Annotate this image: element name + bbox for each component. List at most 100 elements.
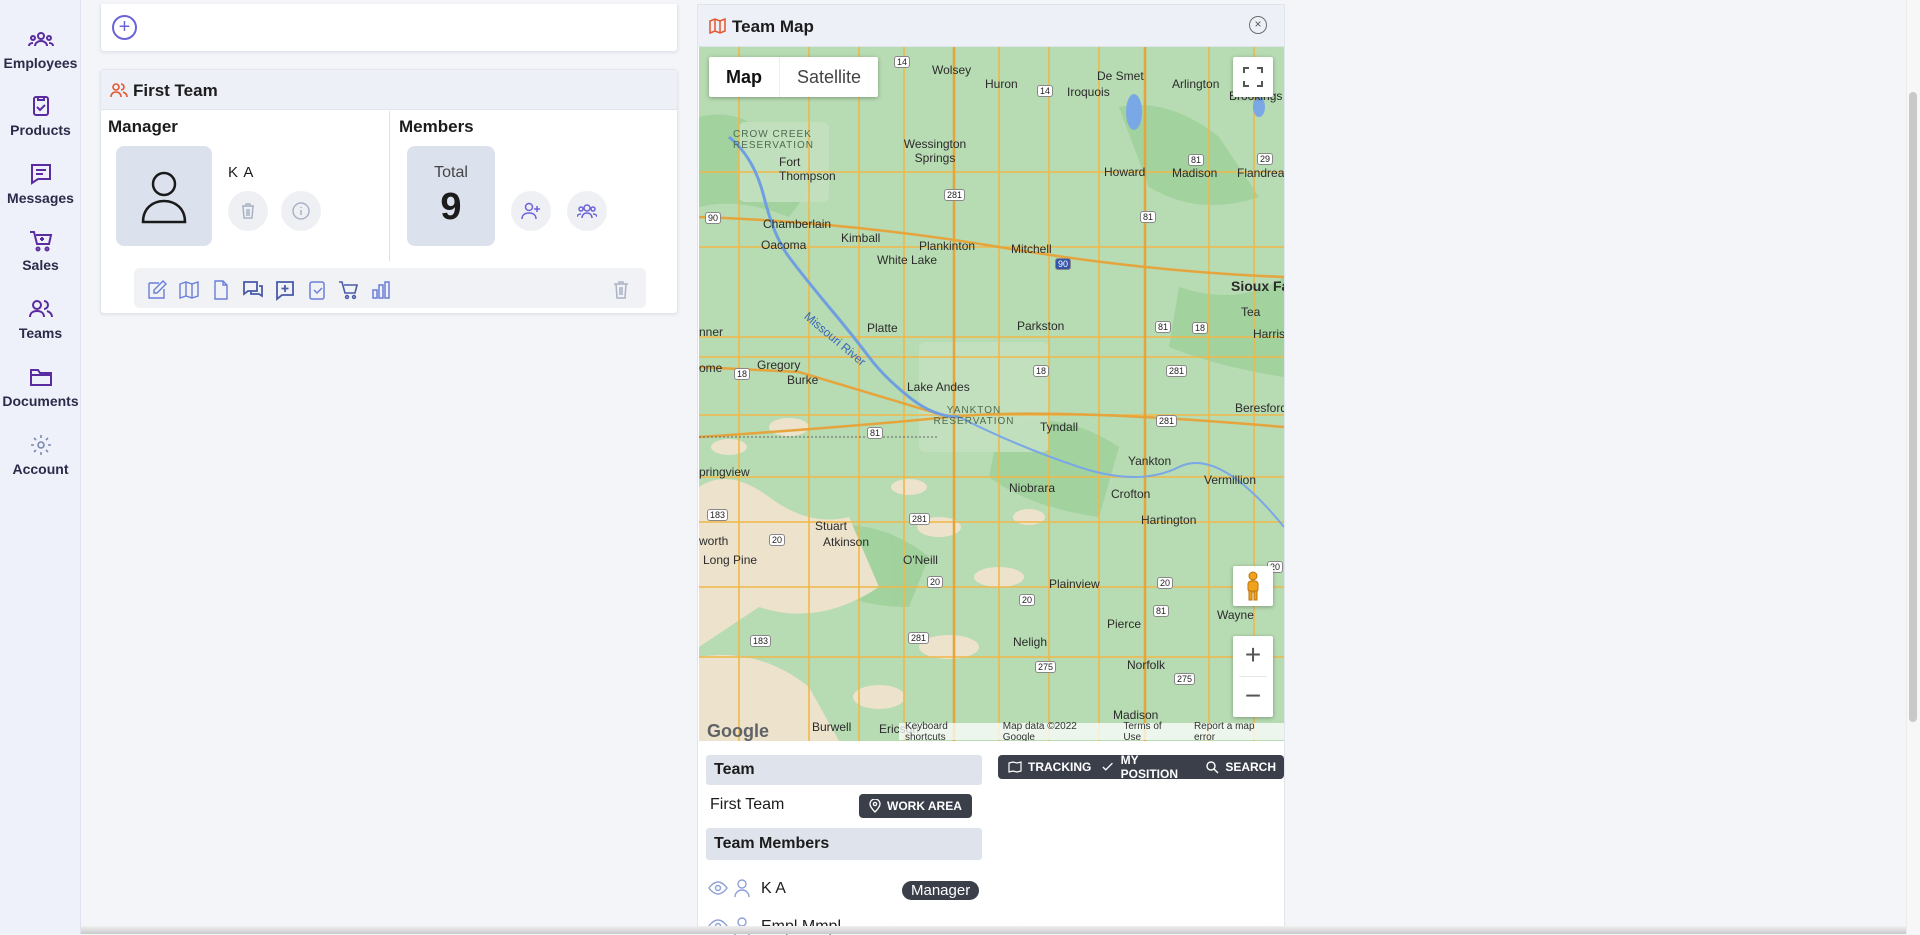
sidebar-item-label: Documents [2,393,79,409]
search-button[interactable]: SEARCH [1195,760,1284,774]
fullscreen-button[interactable] [1233,57,1273,97]
map-label: Burwell [812,720,852,734]
search-label: SEARCH [1225,760,1276,774]
cart-icon[interactable] [338,279,360,301]
map-label: Pierce [1107,617,1142,631]
scrollbar-thumb[interactable] [1909,92,1917,722]
close-button[interactable]: × [1249,16,1267,34]
manager-label: Manager [108,117,178,136]
team-members-header: Team Members [706,828,982,860]
map-label: Lake Andes [907,380,970,394]
manager-info-button[interactable] [281,191,321,231]
zoom-out-button[interactable]: − [1233,677,1273,717]
eye-icon[interactable] [708,881,728,895]
map-label: Long Pine [703,553,758,567]
document-icon[interactable] [210,279,232,301]
map-label: Plainview [1049,577,1100,591]
location-icon [869,799,881,813]
highway-shield: 20 [769,534,786,546]
map-label: Neligh [1013,635,1048,649]
cart-icon [29,231,52,252]
member-row[interactable]: K A Manager [698,873,1284,903]
add-message-icon[interactable] [274,279,296,301]
map-label: Hartington [1141,513,1197,527]
map-label: Flandreau [1237,166,1284,180]
map-type-satellite-button[interactable]: Satellite [779,57,878,97]
map-label: Madison [1172,166,1218,180]
sidebar-item-employees[interactable]: Employees [0,27,81,71]
map-label: De Smet [1097,69,1144,83]
teams-icon [28,300,53,318]
map-label: Atkinson [823,535,870,549]
map-attribution: Keyboard shortcuts Map data ©2022 Google… [899,720,1284,742]
map-icon [1008,761,1022,773]
sidebar-item-account[interactable]: Account [0,433,81,477]
map-label: Arlington [1172,77,1220,91]
sidebar-item-messages[interactable]: Messages [0,162,81,206]
highway-shield: 18 [1192,322,1209,334]
manage-members-button[interactable] [567,191,607,231]
map-canvas[interactable]: Wolsey Huron Iroquois De Smet Arlington … [699,47,1284,741]
role-badge: Manager [902,881,980,900]
sidebar-item-label: Employees [3,55,78,71]
manager-name: K A [228,164,255,181]
members-total-box: Total 9 [407,146,495,246]
add-team-button[interactable]: + [112,15,137,40]
check-icon [1102,762,1114,771]
team-card: First Team Manager Members K A Total 9 [100,69,678,314]
highway-shield: 29 [1257,153,1274,165]
plus-icon: + [118,16,131,38]
map-label: O'Neill [903,553,938,567]
map-label: Beresford [1235,401,1284,415]
sidebar-item-label: Products [10,122,71,138]
work-area-button[interactable]: WORK AREA [859,794,972,818]
info-icon [292,202,310,220]
sidebar-item-products[interactable]: Products [0,94,81,138]
zoom-control: + − [1233,636,1273,717]
my-position-button[interactable]: MY POSITION [1091,753,1195,781]
keyboard-shortcuts-link[interactable]: Keyboard shortcuts [899,721,997,742]
highway-shield: 275 [1035,661,1057,673]
map-label: Harrisb [1253,327,1284,341]
map-label: Mitchell [1011,242,1052,256]
folder-icon [29,369,52,386]
zoom-in-button[interactable]: + [1233,636,1273,676]
terms-link[interactable]: Terms of Use [1117,721,1188,742]
map-label: Wessington Springs [903,137,967,165]
edit-icon[interactable] [146,279,168,301]
reservation-label: CROW CREEK RESERVATION [733,129,815,151]
sidebar-item-sales[interactable]: Sales [0,229,81,273]
gear-icon [30,435,51,455]
report-error-link[interactable]: Report a map error [1188,721,1284,742]
fullscreen-icon [1243,67,1263,87]
map-label: Crofton [1111,487,1151,501]
map-label: Wolsey [932,63,972,77]
add-member-button[interactable] [511,191,551,231]
team-map-header: Team Map × [698,5,1284,47]
map-data-text: Map data ©2022 Google [1002,720,1077,742]
sidebar-item-teams[interactable]: Teams [0,297,81,341]
total-label: Total [434,164,468,181]
highway-shield: 14 [894,56,911,68]
map-label: Chamberlain [763,217,832,231]
delete-team-icon[interactable] [610,279,632,301]
tracking-button[interactable]: TRACKING [998,760,1091,774]
map-label: pringview [699,465,750,479]
street-view-button[interactable] [1233,566,1273,606]
highway-shield: 281 [909,513,931,525]
map-actions: TRACKING MY POSITION SEARCH [998,753,1284,781]
search-icon [1206,761,1219,774]
chat-icon[interactable] [242,279,264,301]
highway-shield: 183 [750,635,772,647]
map-type-map-button[interactable]: Map [709,57,779,97]
highway-shield: 81 [867,427,884,439]
team-title: First Team [133,81,218,100]
clipboard-check-icon[interactable] [306,279,328,301]
map-icon[interactable] [178,279,200,301]
bar-chart-icon[interactable] [370,279,392,301]
map-label: Stuart [815,519,848,533]
map-label: Yankton [1128,454,1172,468]
highway-shield: 20 [1019,594,1036,606]
remove-manager-button[interactable] [228,191,268,231]
sidebar-item-documents[interactable]: Documents [0,365,81,409]
